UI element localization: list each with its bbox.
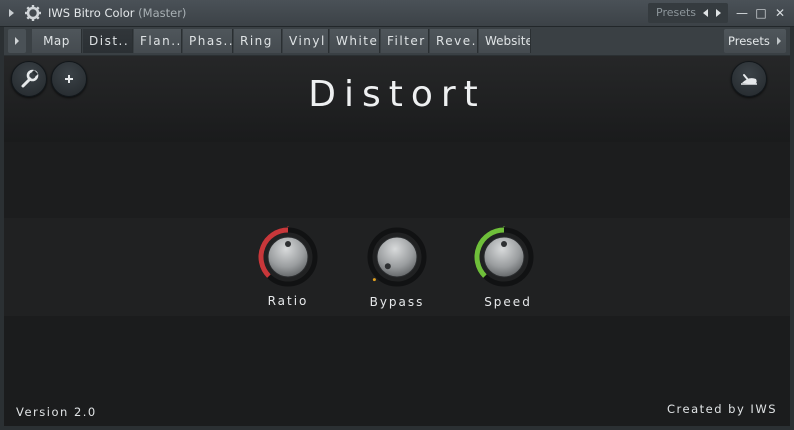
version-text: Version 2.0 — [16, 405, 97, 419]
knob-marker — [372, 278, 376, 282]
tab-ring[interactable]: Ring — [234, 29, 282, 53]
tab-reverb[interactable]: Reve.. — [430, 29, 478, 53]
ratio-knob[interactable] — [257, 226, 319, 288]
knob-body — [376, 236, 418, 278]
maximize-button[interactable]: □ — [753, 4, 769, 22]
speed-label: Speed — [484, 295, 532, 309]
next-preset-icon[interactable] — [716, 9, 721, 17]
tab-bar: Map Dist.. Flan.. Phas.. Ring Vinyl Whit… — [4, 27, 790, 55]
tab-white[interactable]: White — [330, 29, 380, 53]
minimize-button[interactable]: — — [734, 4, 750, 22]
knob-pointer — [384, 263, 391, 270]
credit-text: Created by IWS — [667, 402, 777, 416]
knob-graphic — [367, 227, 427, 287]
tab-scroll-button[interactable] — [8, 29, 26, 53]
plugin-title: Distort — [308, 74, 486, 115]
window-title-subtitle: (Master) — [138, 6, 187, 20]
window-menu-arrow-icon[interactable] — [9, 9, 14, 17]
gear-icon[interactable] — [24, 4, 42, 22]
tab-distort[interactable]: Dist.. — [83, 29, 133, 53]
previous-preset-icon[interactable] — [703, 9, 708, 17]
tab-website[interactable]: Website — [479, 29, 531, 53]
presets-button-label: Presets — [728, 34, 770, 48]
knob-marker — [502, 226, 506, 227]
tab-flanger[interactable]: Flan.. — [134, 29, 182, 53]
knob-pointer — [285, 241, 291, 247]
chevron-right-icon — [777, 37, 781, 45]
knob-marker — [286, 226, 290, 227]
bypass-knob[interactable] — [366, 226, 428, 288]
plugin-panel: Distort Ratio Bypass Speed Version 2.0 C… — [4, 56, 790, 426]
panel-band — [4, 142, 790, 218]
presets-selector[interactable]: Presets — [648, 3, 728, 23]
title-bar: IWS Bitro Color (Master) Presets — □ ✕ — [0, 0, 794, 27]
tab-filter[interactable]: Filter — [381, 29, 429, 53]
knob-graphic — [474, 226, 534, 287]
ratio-label: Ratio — [267, 294, 309, 308]
chevron-right-icon — [15, 37, 19, 45]
window-title-text: IWS Bitro Color — [48, 6, 135, 20]
tab-vinyl[interactable]: Vinyl — [283, 29, 329, 53]
knob-graphic — [258, 226, 318, 287]
window-title: IWS Bitro Color (Master) — [48, 6, 186, 20]
close-button[interactable]: ✕ — [772, 4, 788, 22]
tab-phaser[interactable]: Phas.. — [183, 29, 233, 53]
tab-map[interactable]: Map — [32, 29, 82, 53]
bypass-label: Bypass — [369, 295, 425, 309]
speed-knob[interactable] — [473, 226, 535, 288]
presets-button[interactable]: Presets — [724, 29, 786, 53]
knob-pointer — [501, 241, 507, 247]
presets-selector-label: Presets — [656, 6, 697, 19]
